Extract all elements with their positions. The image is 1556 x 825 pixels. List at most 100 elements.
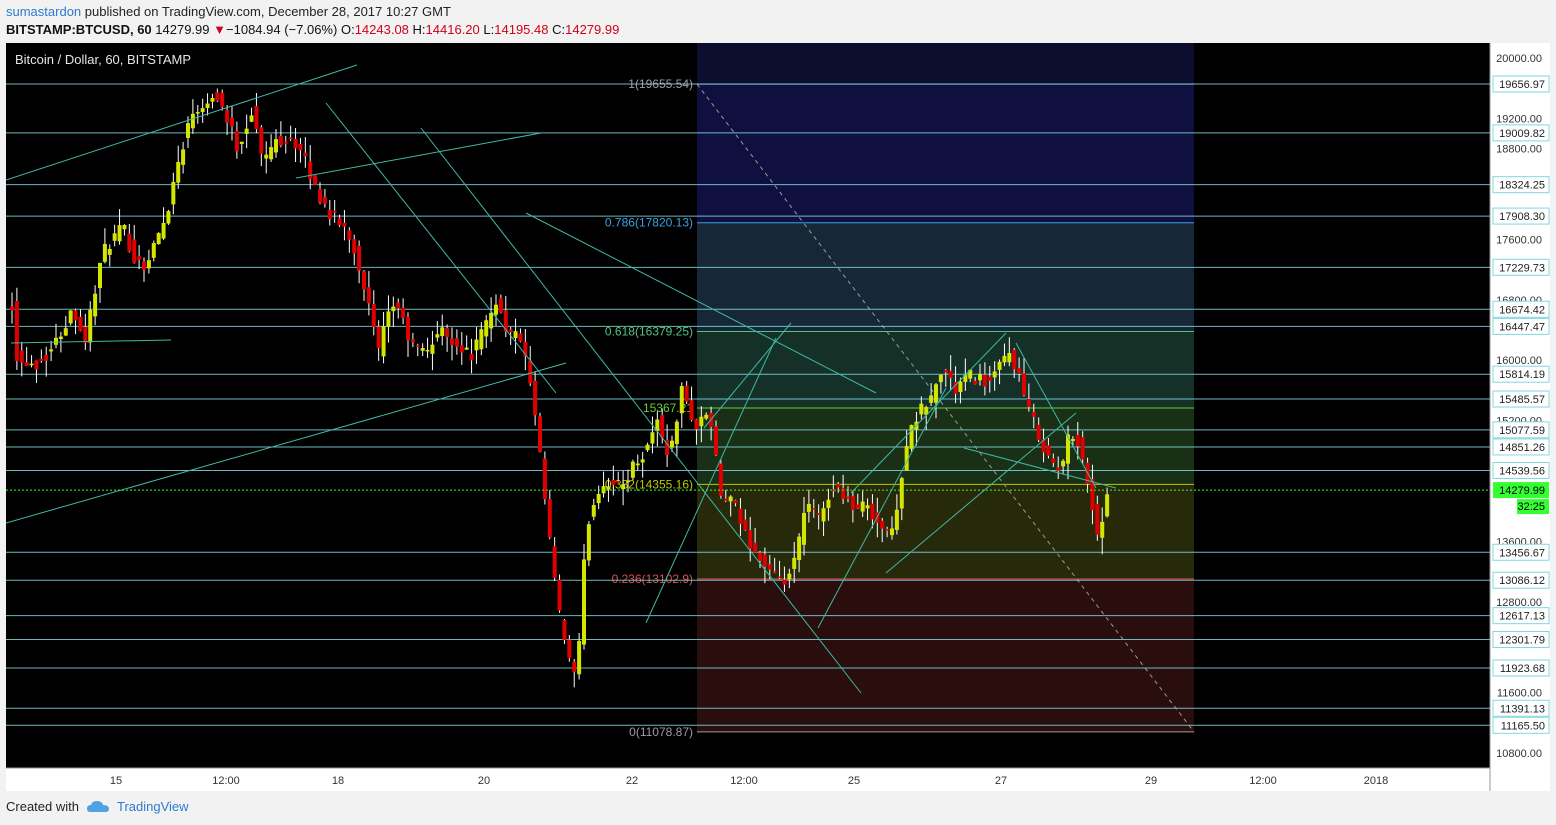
candle-body — [1080, 437, 1085, 460]
candle-body — [352, 239, 357, 254]
price-line-tag-label: 18324.25 — [1499, 180, 1545, 192]
candle-body — [533, 380, 538, 416]
candle-body — [855, 504, 860, 509]
price-line-tag-label: 16447.47 — [1499, 321, 1545, 333]
publish-text: published on TradingView.com, December 2… — [81, 4, 451, 19]
candle-body — [562, 620, 567, 640]
price-line-tag-label: 14851.26 — [1499, 442, 1545, 454]
candle-body — [479, 329, 484, 350]
candle-body — [1017, 368, 1022, 374]
tradingview-link[interactable]: TradingView — [117, 799, 189, 814]
time-tick-label: 25 — [848, 775, 860, 787]
candle-body — [772, 571, 777, 573]
candle-body — [498, 297, 503, 313]
candle-body — [596, 493, 601, 504]
candle-body — [973, 380, 978, 385]
candle-body — [14, 301, 19, 361]
time-tick-label: 18 — [332, 775, 344, 787]
candle-body — [190, 113, 195, 129]
candle-body — [870, 503, 875, 520]
candle-body — [308, 161, 313, 180]
candle-body — [415, 345, 420, 347]
candle-body — [777, 576, 782, 579]
candle-body — [699, 416, 704, 427]
candle-body — [410, 339, 415, 343]
candle-body — [489, 312, 494, 329]
candle-body — [894, 509, 899, 530]
countdown-label: 32:25 — [1517, 501, 1545, 513]
close-value: 14279.99 — [565, 22, 620, 37]
candle-body — [753, 542, 758, 553]
price-tick-label: 20000.00 — [1496, 53, 1542, 65]
price-line-tag-label: 15077.59 — [1499, 425, 1545, 437]
time-tick-label: 12:00 — [212, 775, 240, 787]
candle-body — [948, 370, 953, 378]
candle-body — [660, 415, 665, 438]
fib-zone-top — [697, 43, 1194, 85]
candle-body — [435, 334, 440, 338]
candle-body — [112, 233, 117, 241]
candle-body — [274, 139, 278, 153]
candle-body — [782, 579, 787, 585]
candle-body — [890, 528, 894, 536]
fib-zone — [697, 407, 1194, 485]
candle-body — [464, 347, 469, 350]
candle-body — [78, 316, 83, 331]
price-line-tag-label: 12617.13 — [1499, 611, 1545, 623]
candle-body — [205, 103, 210, 108]
candle-body — [978, 374, 982, 381]
candle-body — [366, 287, 371, 304]
candle-body — [102, 243, 107, 262]
chart-area[interactable]: 1(19655.54) 0.786(17820.13) 0.618(16379.25… — [6, 43, 1550, 791]
candle-body — [225, 110, 230, 123]
candle-body — [1061, 460, 1066, 467]
candle-body — [342, 222, 347, 227]
candle-body — [987, 376, 992, 381]
candle-body — [582, 559, 586, 645]
candle-body — [718, 463, 723, 496]
candle-body — [919, 403, 924, 415]
candle-body — [210, 97, 215, 102]
close-label: C: — [552, 22, 566, 37]
chart-canvas[interactable]: 1(19655.54)0.786(17820.13)0.618(16379.25… — [6, 43, 1550, 791]
candle-body — [938, 374, 943, 383]
candle-body — [322, 197, 327, 204]
candle-body — [1075, 434, 1080, 447]
candle-body — [469, 353, 474, 361]
candle-body — [880, 520, 885, 529]
candle-body — [1012, 349, 1017, 370]
last-price-text: 14279.99 — [155, 22, 210, 37]
candle-body — [1095, 503, 1100, 535]
fib-level-label: 0.236(13102.9) — [612, 572, 693, 586]
candle-body — [1056, 467, 1061, 471]
candle-body — [577, 641, 582, 675]
candle-body — [54, 337, 58, 345]
low-value: 14195.48 — [494, 22, 549, 37]
candle-body — [318, 189, 322, 203]
time-tick-label: 2018 — [1364, 775, 1388, 787]
candle-body — [640, 459, 645, 463]
open-label: O: — [340, 22, 355, 37]
candle-body — [156, 233, 161, 245]
author-link[interactable]: sumastardon — [6, 4, 81, 19]
candle-body — [821, 508, 826, 522]
candle-body — [303, 152, 308, 156]
candle-body — [381, 326, 386, 357]
candle-body — [171, 181, 176, 205]
candle-body — [679, 386, 684, 414]
candle-body — [758, 552, 762, 561]
candle-body — [215, 92, 220, 102]
candle-body — [650, 432, 655, 444]
candle-body — [630, 461, 635, 478]
candle-body — [552, 546, 557, 578]
candle-body — [450, 338, 454, 345]
chart-title: Bitcoin / Dollar, 60, BITSTAMP — [15, 52, 191, 67]
down-arrow-icon: ▼ — [213, 22, 227, 37]
candle-body — [518, 333, 523, 342]
price-tick-label: 19200.00 — [1496, 114, 1542, 126]
candle-body — [626, 480, 630, 482]
candle-body — [806, 504, 811, 512]
candle-body — [186, 123, 190, 138]
price-line-tag-label: 11165.50 — [1501, 720, 1545, 732]
candle-body — [591, 505, 596, 517]
